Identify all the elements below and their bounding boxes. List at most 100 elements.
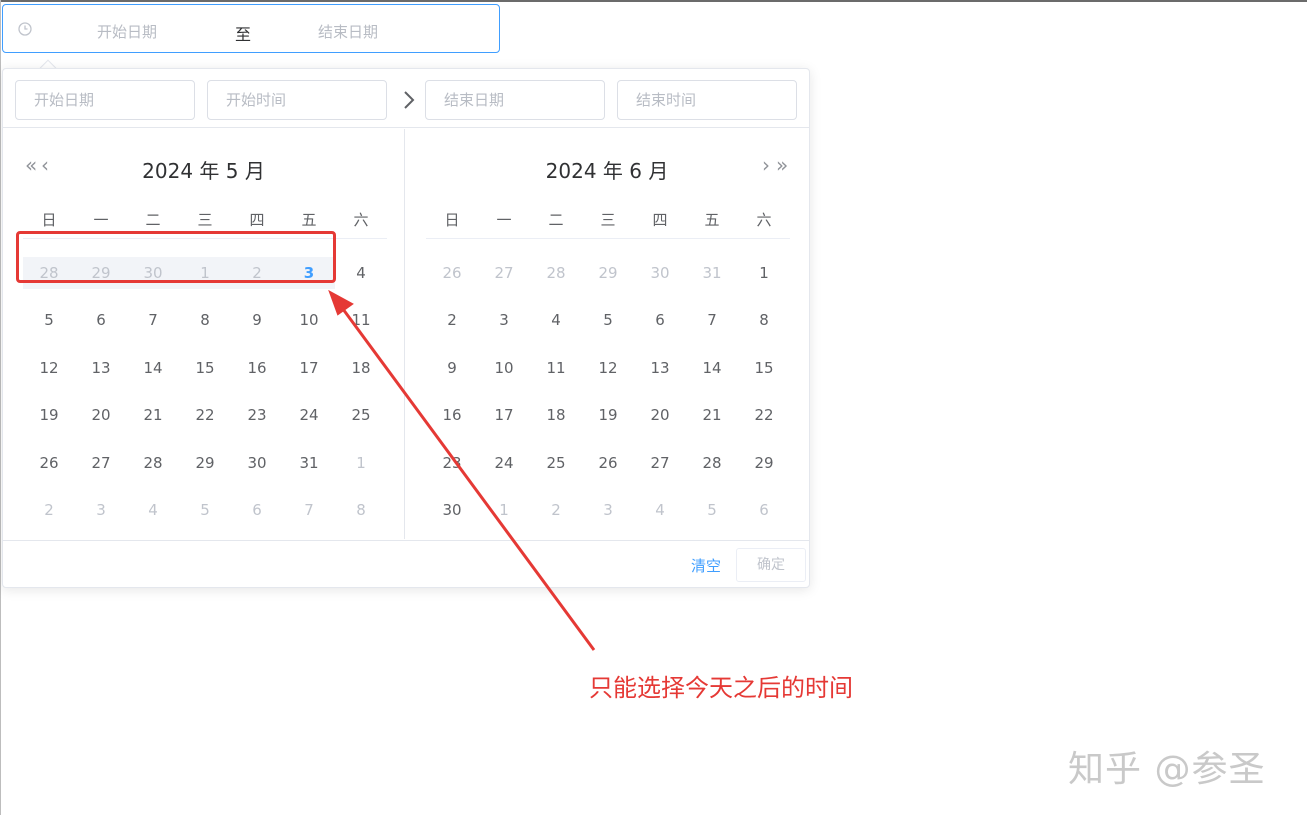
calendar-day[interactable]: 13 bbox=[634, 352, 686, 384]
calendar-day[interactable]: 4 bbox=[634, 494, 686, 526]
calendar-day[interactable]: 23 bbox=[231, 399, 283, 431]
calendar-day[interactable]: 31 bbox=[686, 257, 738, 289]
calendar-day[interactable]: 11 bbox=[530, 352, 582, 384]
calendar-day[interactable]: 31 bbox=[283, 447, 335, 479]
calendar-day[interactable]: 5 bbox=[582, 304, 634, 336]
calendar-day[interactable]: 17 bbox=[283, 352, 335, 384]
calendar-day[interactable]: 30 bbox=[634, 257, 686, 289]
calendar-day[interactable]: 17 bbox=[478, 399, 530, 431]
calendar-day[interactable]: 3 bbox=[75, 494, 127, 526]
calendar-day[interactable]: 7 bbox=[283, 494, 335, 526]
calendar-day[interactable]: 4 bbox=[530, 304, 582, 336]
calendar-day[interactable]: 20 bbox=[634, 399, 686, 431]
calendar-day[interactable]: 10 bbox=[478, 352, 530, 384]
panel-footer: 清空 确定 bbox=[3, 540, 809, 587]
calendar-day[interactable]: 29 bbox=[179, 447, 231, 479]
calendar-day[interactable]: 26 bbox=[23, 447, 75, 479]
calendar-week-row: 23 24 25 26 27 28 29 bbox=[426, 439, 790, 487]
calendar-day[interactable]: 11 bbox=[335, 304, 387, 336]
calendar-day[interactable]: 5 bbox=[179, 494, 231, 526]
calendar-day[interactable]: 16 bbox=[426, 399, 478, 431]
calendar-week-row: 30 1 2 3 4 5 6 bbox=[426, 487, 790, 535]
calendar-day[interactable]: 8 bbox=[179, 304, 231, 336]
weekday-label: 六 bbox=[756, 211, 772, 229]
calendar-day[interactable]: 28 bbox=[127, 447, 179, 479]
calendar-day[interactable]: 10 bbox=[283, 304, 335, 336]
calendar-day[interactable]: 1 bbox=[335, 447, 387, 479]
clock-icon bbox=[17, 21, 33, 37]
calendar-day[interactable]: 13 bbox=[75, 352, 127, 384]
calendar-day[interactable]: 1 bbox=[478, 494, 530, 526]
calendar-day[interactable]: 6 bbox=[634, 304, 686, 336]
left-calendar-title: 2024 年 5 月 bbox=[142, 159, 265, 183]
calendar-day[interactable]: 19 bbox=[23, 399, 75, 431]
calendar-day[interactable]: 4 bbox=[335, 257, 387, 289]
calendar-day[interactable]: 28 bbox=[686, 447, 738, 479]
calendar-day[interactable]: 15 bbox=[738, 352, 790, 384]
calendar-day[interactable]: 1 bbox=[738, 257, 790, 289]
calendar-day[interactable]: 9 bbox=[426, 352, 478, 384]
date-range-input[interactable]: 开始日期 至 结束日期 bbox=[2, 4, 500, 53]
calendar-day[interactable]: 6 bbox=[231, 494, 283, 526]
calendar-day[interactable]: 21 bbox=[686, 399, 738, 431]
calendar-day[interactable]: 2 bbox=[426, 304, 478, 336]
calendar-week-row: 16 17 18 19 20 21 22 bbox=[426, 392, 790, 440]
right-date-grid: 26 27 28 29 30 31 1 2 3 4 5 6 7 8 9 10 11 12 13 14 15 16 17 18 1… bbox=[426, 249, 790, 534]
calendar-day[interactable]: 6 bbox=[738, 494, 790, 526]
calendar-day[interactable]: 6 bbox=[75, 304, 127, 336]
calendar-day[interactable]: 16 bbox=[231, 352, 283, 384]
calendar-day[interactable]: 9 bbox=[231, 304, 283, 336]
calendar-day[interactable]: 29 bbox=[582, 257, 634, 289]
next-month-button[interactable]: › bbox=[762, 153, 770, 177]
calendar-day[interactable]: 12 bbox=[23, 352, 75, 384]
calendar-day[interactable]: 5 bbox=[23, 304, 75, 336]
calendar-day[interactable]: 24 bbox=[283, 399, 335, 431]
calendar-day[interactable]: 29 bbox=[738, 447, 790, 479]
calendar-day[interactable]: 2 bbox=[23, 494, 75, 526]
start-time-field[interactable]: 开始时间 bbox=[207, 80, 387, 120]
calendar-day[interactable]: 30 bbox=[231, 447, 283, 479]
calendar-day[interactable]: 8 bbox=[335, 494, 387, 526]
calendar-day[interactable]: 3 bbox=[478, 304, 530, 336]
end-time-field[interactable]: 结束时间 bbox=[617, 80, 797, 120]
clear-button[interactable]: 清空 bbox=[691, 555, 721, 576]
next-year-button[interactable]: » bbox=[776, 153, 788, 177]
calendar-day[interactable]: 30 bbox=[426, 494, 478, 526]
calendar-day[interactable]: 27 bbox=[75, 447, 127, 479]
calendar-day[interactable]: 26 bbox=[582, 447, 634, 479]
calendar-day[interactable]: 15 bbox=[179, 352, 231, 384]
calendar-day[interactable]: 8 bbox=[738, 304, 790, 336]
start-date-field[interactable]: 开始日期 bbox=[15, 80, 195, 120]
calendar-day[interactable]: 25 bbox=[530, 447, 582, 479]
calendar-day[interactable]: 18 bbox=[335, 352, 387, 384]
panel-header: 开始日期 开始时间 结束日期 结束时间 bbox=[3, 69, 809, 128]
calendar-day[interactable]: 12 bbox=[582, 352, 634, 384]
calendar-day[interactable]: 14 bbox=[127, 352, 179, 384]
calendar-day[interactable]: 19 bbox=[582, 399, 634, 431]
confirm-button[interactable]: 确定 bbox=[736, 548, 806, 582]
calendar-day[interactable]: 27 bbox=[478, 257, 530, 289]
calendar-day[interactable]: 22 bbox=[179, 399, 231, 431]
annotation-text: 只能选择今天之后的时间 bbox=[589, 674, 853, 702]
calendar-day[interactable]: 4 bbox=[127, 494, 179, 526]
end-date-field[interactable]: 结束日期 bbox=[425, 80, 605, 120]
start-date-placeholder[interactable]: 开始日期 bbox=[97, 21, 157, 42]
calendar-day[interactable]: 7 bbox=[127, 304, 179, 336]
calendar-day[interactable]: 5 bbox=[686, 494, 738, 526]
calendar-day[interactable]: 25 bbox=[335, 399, 387, 431]
calendar-day[interactable]: 3 bbox=[582, 494, 634, 526]
calendar-day[interactable]: 14 bbox=[686, 352, 738, 384]
calendar-day[interactable]: 22 bbox=[738, 399, 790, 431]
calendar-day[interactable]: 23 bbox=[426, 447, 478, 479]
calendar-day[interactable]: 27 bbox=[634, 447, 686, 479]
calendar-day[interactable]: 24 bbox=[478, 447, 530, 479]
calendar-day[interactable]: 7 bbox=[686, 304, 738, 336]
date-range-panel: 开始日期 开始时间 结束日期 结束时间 « ‹ 2024 年 5 月 日一二三四… bbox=[2, 68, 810, 588]
calendar-day[interactable]: 28 bbox=[530, 257, 582, 289]
end-date-placeholder[interactable]: 结束日期 bbox=[318, 21, 378, 42]
calendar-day[interactable]: 18 bbox=[530, 399, 582, 431]
calendar-day[interactable]: 20 bbox=[75, 399, 127, 431]
calendar-day[interactable]: 21 bbox=[127, 399, 179, 431]
calendar-day[interactable]: 2 bbox=[530, 494, 582, 526]
calendar-day[interactable]: 26 bbox=[426, 257, 478, 289]
